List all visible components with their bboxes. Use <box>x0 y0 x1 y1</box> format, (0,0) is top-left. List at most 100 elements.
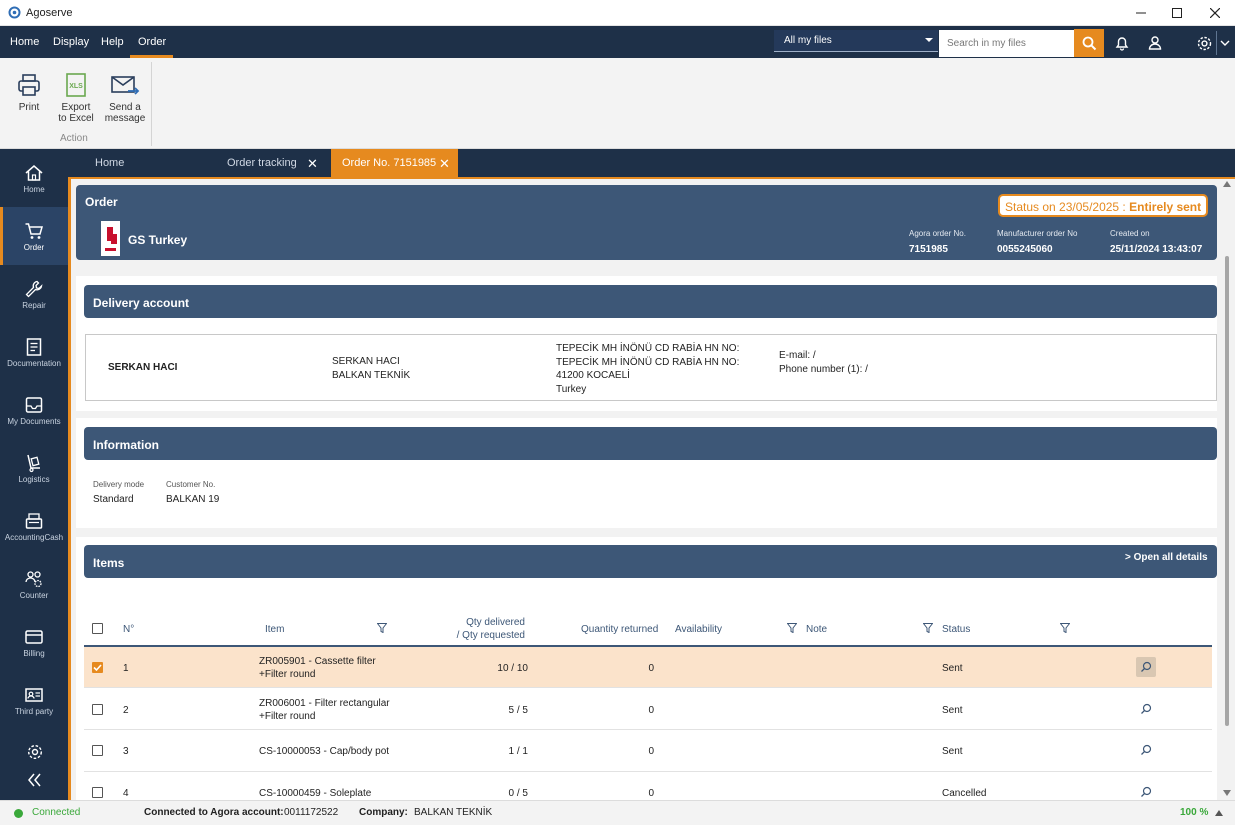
column-header-status[interactable]: Status <box>942 623 970 636</box>
menu-home[interactable]: Home <box>10 36 39 48</box>
notifications-button[interactable] <box>1112 33 1132 53</box>
search-button[interactable] <box>1074 29 1104 57</box>
table-row[interactable]: 3 CS-10000053 - Cap/body pot 1 / 1 0 Sen… <box>84 731 1212 772</box>
created-on-label: Created on <box>1110 229 1150 238</box>
sidebar-item-order[interactable]: Order <box>0 207 68 265</box>
sidebar-item-accountingcash[interactable]: AccountingCash <box>0 497 68 555</box>
created-on-value: 25/11/2024 13:43:07 <box>1110 244 1203 255</box>
menu-display[interactable]: Display <box>53 36 89 48</box>
agora-order-label: Agora order No. <box>909 229 966 238</box>
user-account-button[interactable] <box>1145 33 1165 53</box>
row-returned: 0 <box>648 788 654 799</box>
row-checkbox[interactable] <box>92 704 103 715</box>
magnifier-icon <box>1141 703 1152 714</box>
sidebar-item-logistics[interactable]: Logistics <box>0 439 68 497</box>
checkmark-icon <box>93 664 102 672</box>
row-qty: 5 / 5 <box>508 705 528 716</box>
menu-order[interactable]: Order <box>138 36 166 48</box>
row-qty: 1 / 1 <box>508 746 528 757</box>
row-no: 4 <box>123 788 129 799</box>
row-returned: 0 <box>648 746 654 757</box>
row-returned: 0 <box>648 705 654 716</box>
search-scope-select[interactable]: All my files <box>774 30 938 52</box>
tab-home[interactable]: Home <box>68 149 208 177</box>
table-row[interactable]: 4 CS-10000459 - Soleplate 0 / 5 0 Cancel… <box>84 773 1212 800</box>
row-checkbox[interactable] <box>92 662 103 673</box>
tab-order-tracking[interactable]: Order tracking ✕ <box>208 149 330 177</box>
menu-help[interactable]: Help <box>101 36 124 48</box>
row-checkbox[interactable] <box>92 787 103 798</box>
information-section-title: Information <box>93 438 159 452</box>
filter-icon[interactable] <box>923 623 933 633</box>
delivery-mode-label: Delivery mode <box>93 480 145 489</box>
sidebar-item-label: Home <box>23 185 45 194</box>
vertical-scrollbar[interactable] <box>1221 181 1233 800</box>
tab-order-7151985[interactable]: Order No. 7151985 ✕ <box>331 149 458 177</box>
search-input[interactable] <box>939 30 1074 57</box>
magnifier-icon <box>1141 744 1152 755</box>
table-row[interactable]: 2 ZR006001 - Filter rectangular +Filter … <box>84 689 1212 730</box>
home-icon <box>25 165 43 181</box>
magnifier-icon <box>1141 786 1152 797</box>
column-header-no: N° <box>123 624 135 635</box>
delivery-name: SERKAN HACI <box>108 362 178 373</box>
sidebar-item-repair[interactable]: Repair <box>0 265 68 323</box>
sidebar-item-documentation[interactable]: Documentation <box>0 323 68 381</box>
sidebar-settings-button[interactable] <box>26 743 44 761</box>
sidebar: Home Order Repair Documentation My Docum… <box>0 149 68 800</box>
collapse-sidebar-button[interactable] <box>27 773 45 789</box>
delivery-section-header[interactable]: Delivery account <box>84 285 1217 318</box>
column-header-qty[interactable]: Qty delivered / Qty requested <box>430 616 525 642</box>
column-header-availability[interactable]: Availability <box>675 623 722 636</box>
close-icon[interactable]: ✕ <box>307 156 318 172</box>
row-details-button[interactable] <box>1136 740 1156 760</box>
window-title: Agoserve <box>26 7 73 19</box>
table-row[interactable]: 1 ZR005901 - Cassette filter +Filter rou… <box>84 647 1212 688</box>
search-icon <box>1082 36 1096 50</box>
scroll-up-icon[interactable] <box>1223 181 1231 187</box>
sidebar-item-my-documents[interactable]: My Documents <box>0 381 68 439</box>
column-header-note[interactable]: Note <box>806 623 827 636</box>
sidebar-item-third-party[interactable]: Third party <box>0 671 68 729</box>
zoom-level: 100 % <box>1180 807 1209 818</box>
row-details-button[interactable] <box>1136 782 1156 800</box>
settings-dropdown-button[interactable] <box>1216 31 1232 55</box>
send-message-button[interactable]: Send a message <box>103 72 147 124</box>
settings-button[interactable] <box>1194 33 1214 53</box>
row-details-button[interactable] <box>1136 657 1156 677</box>
sidebar-item-home[interactable]: Home <box>0 149 68 207</box>
delivery-email: E-mail: / <box>779 350 816 361</box>
row-details-button[interactable] <box>1136 699 1156 719</box>
ribbon: Print XLS Export to Excel Send a message… <box>0 58 1235 149</box>
row-status: Sent <box>942 705 963 716</box>
window-titlebar: Agoserve <box>0 0 1235 26</box>
users-gear-icon <box>25 571 42 588</box>
column-header-returned[interactable]: Quantity returned <box>581 623 658 636</box>
information-section-header[interactable]: Information <box>84 427 1217 460</box>
sidebar-item-label: Billing <box>23 649 45 658</box>
zoom-menu-icon[interactable] <box>1215 810 1223 816</box>
export-excel-button[interactable]: XLS Export to Excel <box>55 72 97 124</box>
row-qty: 10 / 10 <box>497 663 528 674</box>
export-label-line2: to Excel <box>58 113 94 124</box>
print-button[interactable]: Print <box>10 72 48 113</box>
double-chevron-left-icon <box>28 773 41 787</box>
minimize-button[interactable] <box>1123 0 1159 26</box>
brand-logo <box>101 221 120 256</box>
column-header-item[interactable]: Item <box>265 623 284 636</box>
scrollbar-thumb[interactable] <box>1225 256 1229 726</box>
sidebar-item-billing[interactable]: Billing <box>0 613 68 671</box>
row-no: 1 <box>123 663 129 674</box>
select-all-checkbox[interactable] <box>92 623 103 634</box>
sidebar-item-counter[interactable]: Counter <box>0 555 68 613</box>
filter-icon[interactable] <box>377 623 387 633</box>
open-all-details-link[interactable]: > Open all details <box>1125 552 1208 563</box>
close-window-button[interactable] <box>1197 0 1233 26</box>
maximize-button[interactable] <box>1159 0 1195 26</box>
svg-text:XLS: XLS <box>69 83 83 90</box>
filter-icon[interactable] <box>787 623 797 633</box>
close-icon[interactable]: ✕ <box>439 156 450 172</box>
scroll-down-icon[interactable] <box>1223 790 1231 796</box>
row-checkbox[interactable] <box>92 745 103 756</box>
filter-icon[interactable] <box>1060 623 1070 633</box>
